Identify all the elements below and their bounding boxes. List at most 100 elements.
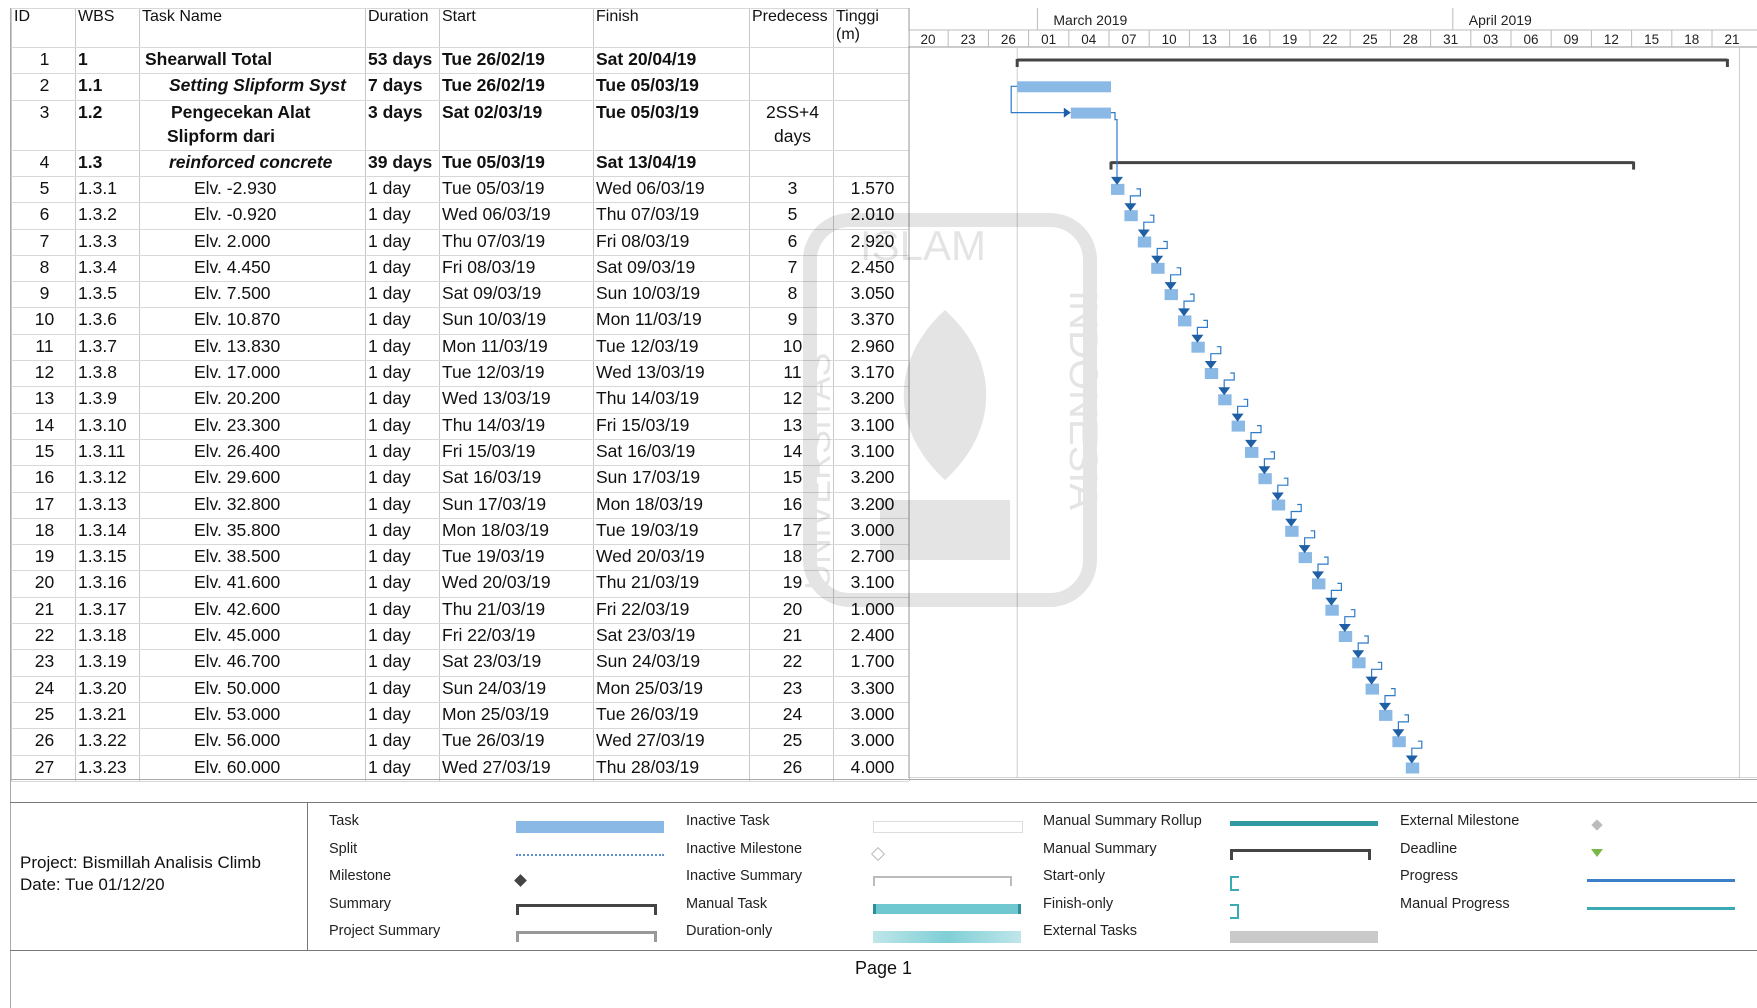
row-duration: 1 day [368, 309, 411, 330]
legend-swatch-rollup [1230, 821, 1378, 826]
project-name: Project: Bismillah Analisis Climb [20, 853, 261, 872]
row-duration: 1 day [368, 677, 411, 698]
row-task-name: Elv. 41.600 [194, 572, 281, 593]
dependency-arrow [1245, 439, 1257, 448]
svg-text:UNIVERSITAS: UNIVERSITAS [797, 353, 838, 590]
row-duration: 1 day [368, 519, 411, 540]
col-header-start[interactable]: Start [439, 8, 593, 47]
legend-label: Inactive Summary [686, 868, 803, 884]
row-start: Tue 05/03/19 [442, 177, 545, 198]
legend-swatch-finishonly [1230, 903, 1239, 919]
row-id: 12 [34, 362, 55, 382]
legend-swatch-dots [516, 849, 664, 856]
row-finish: Thu 07/03/19 [596, 204, 700, 225]
svg-text:ISLAM: ISLAM [860, 222, 986, 269]
table-row[interactable]: 2 1.1 Setting Slipform Syst 7 days Tue 26/02… [11, 73, 909, 99]
timescale-day-label: 21 [1724, 32, 1739, 47]
row-tinggi: 4.000 [850, 756, 895, 777]
row-task-name: Setting Slipform Syst [169, 75, 346, 96]
dependency-arrow [1325, 597, 1338, 606]
dependency-arrow [1365, 676, 1378, 685]
row-task-name: Elv. 26.400 [194, 440, 281, 461]
row-start: Thu 14/03/19 [442, 414, 546, 435]
row-wbs: 1.3.12 [78, 467, 127, 488]
row-tinggi: 3.000 [850, 730, 895, 751]
col-header-wbs[interactable]: WBS [75, 8, 139, 47]
legend-swatch-bar [516, 821, 664, 833]
row-task-name: Elv. 2.000 [194, 230, 271, 251]
col-header-tinggi[interactable]: Tinggi (m) [833, 8, 909, 47]
task-bar [1017, 81, 1111, 93]
timescale-day-label: 25 [1363, 32, 1378, 47]
row-duration: 1 day [368, 362, 411, 382]
row-tinggi: 1.700 [850, 651, 895, 672]
row-id: 3 [39, 101, 50, 122]
legend-label: Task [329, 813, 359, 829]
legend-swatch-duronly [873, 931, 1021, 943]
task-bar [1285, 525, 1299, 537]
row-duration: 1 day [368, 204, 411, 225]
row-finish: Thu 14/03/19 [596, 388, 700, 409]
table-row[interactable]: 3 1.2 Pengecekan Alat Slipform dari 3 days Sa… [11, 100, 909, 150]
row-duration: 3 days [368, 101, 423, 122]
row-duration: 1 day [368, 388, 411, 409]
column-divider [593, 8, 594, 781]
row-duration: 1 day [368, 625, 411, 645]
row-start: Tue 26/02/19 [442, 49, 545, 69]
row-id: 27 [34, 756, 55, 777]
row-finish: Sat 09/03/19 [596, 256, 696, 277]
column-divider [75, 8, 76, 781]
col-header-id[interactable]: ID [11, 8, 75, 47]
dependency-arrow [1204, 361, 1217, 369]
legend-label: Manual Summary [1043, 840, 1157, 857]
col-header-predecessors[interactable]: Predecess [749, 8, 833, 47]
dependency-arrow [1312, 571, 1324, 580]
col-header-duration[interactable]: Duration [365, 8, 439, 47]
table-row[interactable]: 26 1.3.22 Elv. 56.000 1 day Tue 26/03/19 Wed … [11, 728, 909, 754]
col-header-finish[interactable]: Finish [593, 8, 749, 47]
dependency-arrow [1271, 492, 1284, 501]
legend-swatch-projsummary [516, 931, 657, 942]
row-predecessors [749, 150, 833, 176]
row-wbs: 1.3.7 [78, 335, 117, 356]
dependency-link [1111, 112, 1118, 180]
legend-swatch-summary [516, 903, 657, 915]
row-divider [11, 675, 909, 677]
dependency-arrow [1063, 107, 1071, 118]
task-bar [1124, 210, 1138, 222]
timescale-day-label: 18 [1684, 32, 1699, 47]
table-row[interactable]: 23 1.3.19 Elv. 46.700 1 day Sat 23/03/19 Sun … [11, 649, 909, 675]
dependency-arrow [1352, 650, 1365, 659]
task-bar [1379, 709, 1393, 721]
table-row[interactable]: 5 1.3.1 Elv. -2.930 1 day Tue 05/03/19 Wed 06… [11, 176, 909, 202]
row-id: 11 [35, 335, 54, 356]
legend-swatch-extmilestone [1587, 819, 1603, 831]
row-task-name: Elv. 10.870 [194, 309, 281, 330]
row-task-name: Elv. 20.200 [194, 388, 281, 409]
task-bar [1231, 420, 1245, 432]
legend-label: Start-only [1043, 868, 1106, 884]
row-wbs: 1.3.20 [78, 677, 127, 698]
col-header-task-name[interactable]: Task Name [139, 8, 365, 47]
legend-swatch-external [1230, 931, 1378, 943]
table-row[interactable]: 4 1.3 reinforced concrete 39 days Tue 05/03/… [11, 150, 909, 176]
table-row[interactable]: 27 1.3.23 Elv. 60.000 1 day Wed 27/03/19 Thu … [11, 755, 909, 781]
row-divider [11, 149, 909, 151]
table-row[interactable]: 25 1.3.21 Elv. 53.000 1 day Mon 25/03/19 Tue … [11, 702, 909, 728]
row-wbs: 1.3.5 [78, 283, 117, 304]
timescale-day-label: 13 [1202, 32, 1217, 47]
dependency-arrow [1111, 176, 1123, 185]
row-duration: 1 day [368, 572, 411, 593]
task-bar [1164, 289, 1178, 301]
row-id: 5 [39, 177, 50, 198]
svg-text:INDONESIA: INDONESIA [1061, 290, 1105, 510]
legend-label: Deadline [1400, 840, 1458, 857]
row-wbs: 1.3.22 [78, 730, 127, 751]
row-predecessors: 3 [787, 177, 798, 198]
table-row[interactable]: 24 1.3.20 Elv. 50.000 1 day Sun 24/03/19 Mon … [11, 676, 909, 702]
table-row[interactable]: 1 1 Shearwall Total 53 days Tue 26/02/19 Sat … [11, 47, 909, 73]
row-tinggi [833, 100, 909, 150]
row-start: Thu 07/03/19 [442, 230, 546, 251]
row-start: Tue 12/03/19 [442, 362, 545, 382]
project-date: Date: Tue 01/12/20 [20, 875, 165, 894]
